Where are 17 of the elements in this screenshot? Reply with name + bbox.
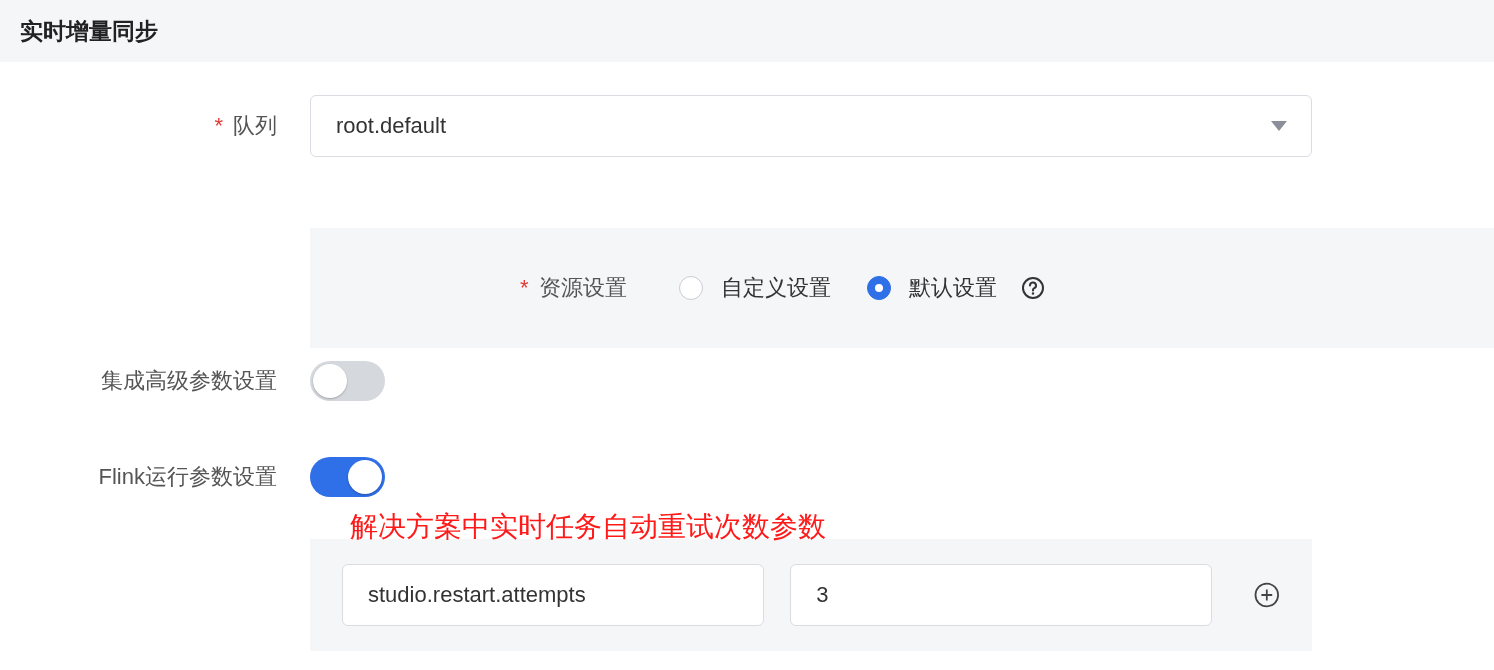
param-value-field[interactable]: 3 — [790, 564, 1213, 626]
queue-select[interactable]: root.default — [310, 95, 1312, 157]
radio-option[interactable]: 自定义设置 — [678, 273, 831, 303]
caret-icon — [1271, 121, 1287, 131]
required-mark: * — [520, 275, 529, 301]
help-icon[interactable] — [1020, 276, 1045, 300]
toggle-switch[interactable] — [310, 457, 385, 497]
queue-label: 队列 — [233, 112, 277, 140]
add-icon[interactable] — [1254, 582, 1280, 608]
switch-label: 集成高级参数设置 — [101, 367, 277, 395]
toggle-switch[interactable] — [310, 361, 385, 401]
resource-label: 资源设置 — [538, 274, 627, 302]
required-mark: * — [214, 113, 223, 139]
param-key-field[interactable]: studio.restart.attempts — [342, 564, 765, 626]
section-title: 实时增量同步 — [20, 16, 158, 46]
radio-option[interactable]: 默认设置 — [866, 273, 997, 303]
switch-label: Flink运行参数设置 — [98, 463, 277, 491]
